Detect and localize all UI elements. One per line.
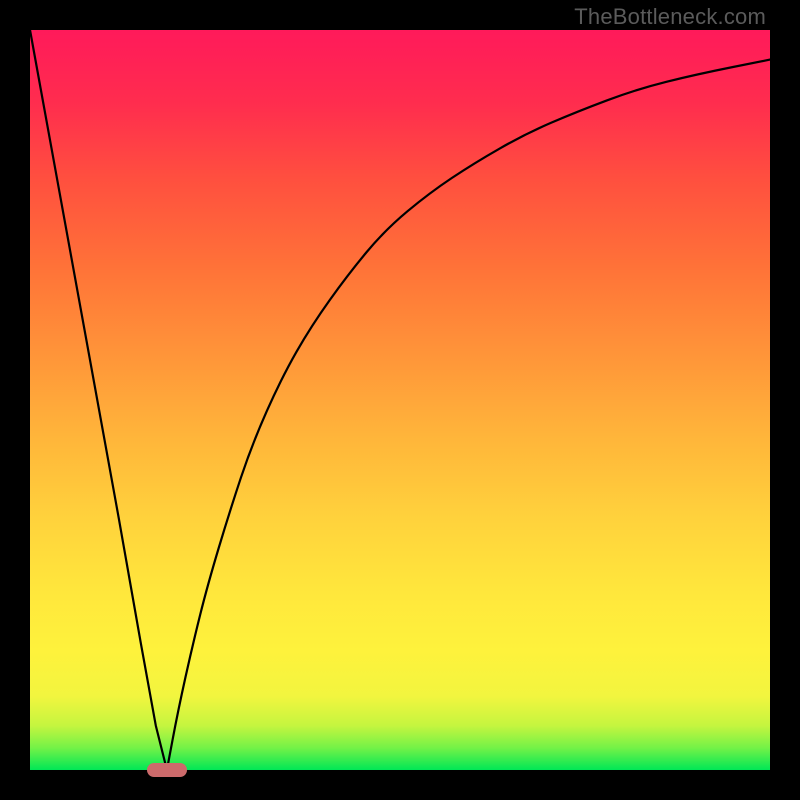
chart-frame: TheBottleneck.com xyxy=(0,0,800,800)
curve-left-branch xyxy=(30,30,167,770)
plot-area xyxy=(30,30,770,770)
watermark-text: TheBottleneck.com xyxy=(574,4,766,30)
curve-right-branch xyxy=(167,60,770,770)
minimum-marker xyxy=(147,763,187,777)
bottleneck-curve xyxy=(30,30,770,770)
